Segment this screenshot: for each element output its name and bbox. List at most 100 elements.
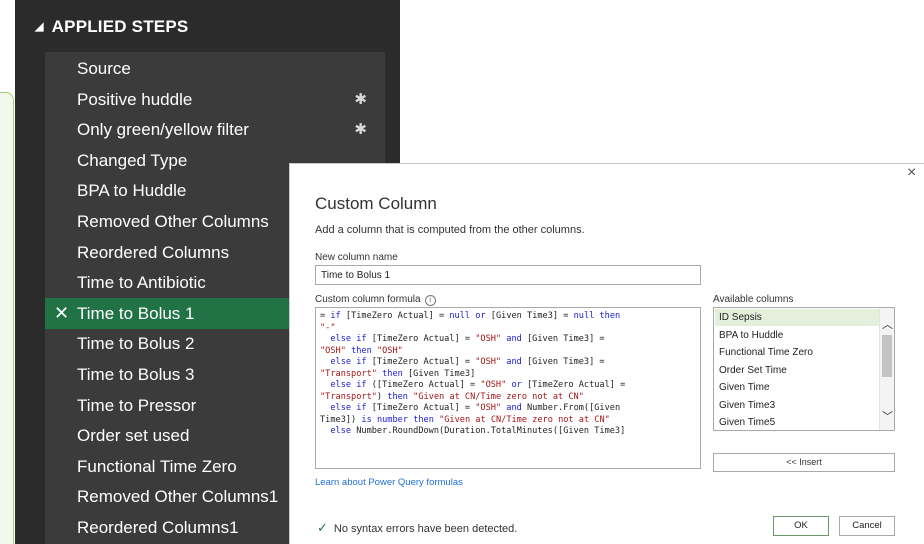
applied-step-label: Time to Bolus 2 [77, 334, 195, 354]
applied-step-label: Order set used [77, 426, 190, 446]
applied-step-label: Time to Bolus 3 [77, 365, 195, 384]
applied-step-label: Reordered Columns [77, 242, 230, 262]
scrollbar-thumb[interactable] [882, 335, 892, 377]
applied-step-label: Changed Type [77, 150, 188, 170]
formula-token: "-" [320, 322, 336, 333]
syntax-status-text: No syntax errors have been detected. [333, 523, 518, 535]
formula-token: [TimeZero Actual] = [366, 357, 476, 367]
formula-line: else if ([TimeZero Actual] = "OSH" or [T… [320, 380, 694, 392]
formula-line: else if [TimeZero Actual] = "OSH" and [G… [320, 357, 694, 369]
formula-token: else if [330, 334, 367, 344]
formula-label: Custom column formula i [315, 294, 436, 306]
formula-token: [Given Time3] = [521, 357, 605, 367]
collapse-triangle-icon[interactable]: ◢ [35, 20, 44, 33]
close-icon[interactable]: × [907, 164, 916, 182]
formula-token: "OSH" [480, 380, 507, 390]
insert-button[interactable]: << Insert [713, 453, 895, 472]
syntax-status: ✓ No syntax errors have been detected. [317, 520, 517, 536]
formula-line: "Transport" then [Given Time3] [320, 369, 694, 381]
applied-step-item[interactable]: Positive huddle ✱ [45, 84, 385, 115]
formula-token: and [506, 334, 522, 344]
formula-token: ([TimeZero Actual] = [366, 380, 481, 390]
formula-token: "Transport" [320, 368, 377, 379]
formula-token: Number.RoundDown(Duration.TotalMinutes([… [351, 426, 626, 436]
applied-step-label: Positive huddle [77, 89, 193, 109]
cancel-button[interactable]: Cancel [839, 516, 895, 536]
new-column-name-label: New column name [315, 252, 398, 263]
applied-step-label: Removed Other Columns1 [77, 487, 279, 507]
formula-token: [TimeZero Actual] = [366, 403, 476, 413]
applied-step-label: BPA to Huddle [77, 181, 187, 201]
applied-step-label: Functional Time Zero [77, 456, 237, 476]
formula-token: [TimeZero Actual] = [340, 311, 450, 321]
formula-token: and [506, 357, 522, 367]
available-column-item[interactable]: Given Time5 [715, 414, 880, 430]
formula-line: "-" [320, 323, 694, 335]
applied-step-item[interactable]: Only green/yellow filter ✱ [45, 114, 385, 145]
formula-token: "OSH" [475, 403, 502, 413]
formula-token: then [387, 391, 408, 402]
left-panel-edge [0, 92, 14, 544]
formula-token: else if [330, 380, 367, 390]
formula-token [320, 334, 330, 344]
applied-step-label: Time to Bolus 1 [77, 303, 195, 323]
formula-token: null [573, 311, 595, 321]
gear-icon[interactable]: ✱ [354, 84, 367, 115]
applied-step-label: Removed Other Columns [77, 212, 269, 231]
scroll-down-icon[interactable]: ﹀ [882, 408, 893, 424]
available-columns-label: Available columns [713, 294, 794, 305]
formula-token: "Transport" [320, 391, 377, 402]
formula-token: [Given Time3] [402, 368, 476, 379]
applied-step-label: Time to Pressor [77, 395, 197, 415]
available-column-item[interactable]: Order Set Time [715, 362, 880, 379]
custom-column-dialog: × Custom Column Add a column that is com… [289, 163, 924, 544]
available-columns-list[interactable]: Given Time7Given Time5Given Time3Given T… [713, 307, 895, 431]
columns-scrollbar[interactable]: ︿ ﹀ [879, 308, 894, 430]
formula-token: number [376, 414, 408, 425]
available-column-item[interactable]: Given Time3 [715, 397, 880, 414]
formula-token: "Given at CN/Time zero not at CN" [439, 414, 610, 425]
formula-line: else if [TimeZero Actual] = "OSH" and Nu… [320, 403, 694, 415]
formula-token: "OSH" [475, 357, 502, 367]
formula-token: "Given at CN/Time zero not at CN" [413, 391, 584, 402]
scroll-up-icon[interactable]: ︿ [882, 316, 893, 332]
formula-token: "OSH" [376, 345, 403, 356]
new-column-name-input[interactable] [315, 265, 701, 285]
formula-line: else if [TimeZero Actual] = "OSH" and [G… [320, 334, 694, 346]
formula-token: or [511, 380, 522, 390]
available-column-item[interactable]: Functional Time Zero [715, 344, 880, 361]
formula-line: "OSH" then "OSH" [320, 346, 694, 358]
available-column-item[interactable]: ID Sepsis [715, 309, 880, 326]
applied-steps-title: APPLIED STEPS [51, 17, 189, 36]
formula-label-text: Custom column formula [315, 294, 421, 305]
formula-token [320, 357, 330, 367]
applied-step-item[interactable]: Source [45, 53, 385, 84]
applied-step-label: Source [77, 59, 131, 78]
formula-line: "Transport") then "Given at CN/Time zero… [320, 392, 694, 404]
check-icon: ✓ [317, 520, 328, 535]
formula-token: = [320, 311, 331, 321]
info-icon[interactable]: i [424, 295, 436, 306]
ok-button[interactable]: OK [773, 516, 829, 536]
dialog-title: Custom Column [315, 194, 437, 213]
learn-power-query-link[interactable]: Learn about Power Query formulas [315, 477, 463, 488]
applied-steps-header[interactable]: ◢ APPLIED STEPS [35, 17, 188, 37]
formula-token: "OSH" [320, 345, 346, 356]
formula-token: or [475, 311, 486, 321]
formula-line: = if [TimeZero Actual] = null or [Given … [320, 311, 694, 323]
formula-token: Number.From([Given [521, 403, 621, 413]
delete-step-icon[interactable]: ✕ [54, 298, 69, 329]
formula-token: and [506, 403, 522, 413]
formula-token: else [330, 426, 352, 436]
formula-token: is [361, 414, 372, 425]
formula-token [320, 426, 330, 436]
available-column-item[interactable]: BPA to Huddle [715, 327, 880, 344]
gear-icon[interactable]: ✱ [354, 114, 367, 145]
available-column-item[interactable]: Given Time [715, 379, 880, 396]
formula-token: then [599, 311, 621, 321]
formula-token [320, 380, 330, 390]
formula-editor[interactable]: = if [TimeZero Actual] = null or [Given … [315, 307, 701, 469]
formula-line: Time3]) is number then "Given at CN/Time… [320, 415, 694, 427]
formula-token: null [449, 311, 471, 321]
applied-step-label: Time to Antibiotic [77, 273, 206, 293]
